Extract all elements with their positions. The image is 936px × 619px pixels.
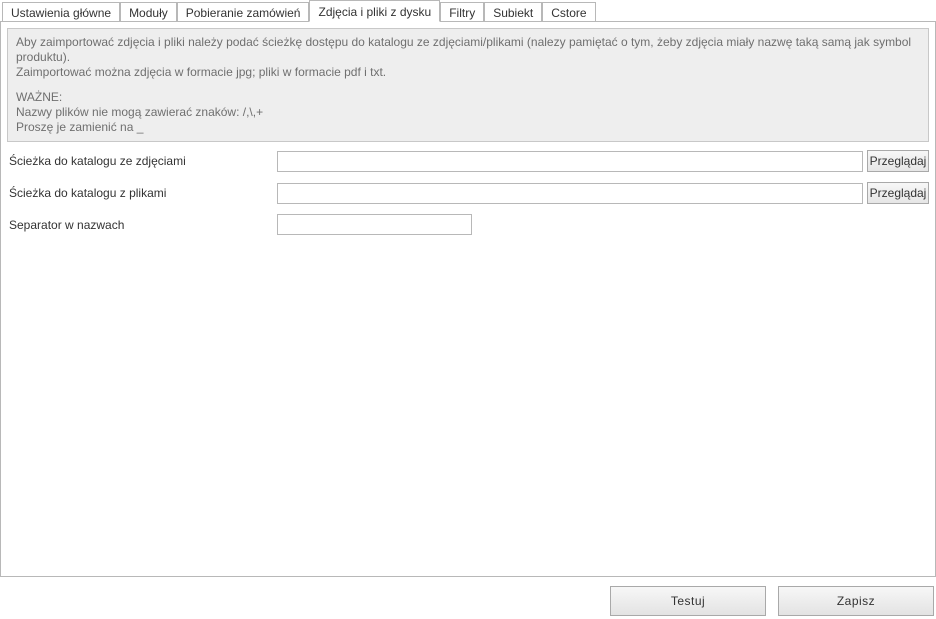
info-box: Aby zaimportować zdjęcia i pliki należy … <box>7 28 929 142</box>
label-separator: Separator w nazwach <box>7 218 277 232</box>
input-image-path[interactable] <box>277 151 863 172</box>
footer-button-bar: Testuj Zapisz <box>0 577 936 619</box>
tab-subiekt[interactable]: Subiekt <box>484 2 542 22</box>
tab-panel: Aby zaimportować zdjęcia i pliki należy … <box>0 21 936 577</box>
info-line: Aby zaimportować zdjęcia i pliki należy … <box>16 35 920 65</box>
row-image-path: Ścieżka do katalogu ze zdjęciami Przeglą… <box>7 150 929 172</box>
row-file-path: Ścieżka do katalogu z plikami Przeglądaj <box>7 182 929 204</box>
label-file-path: Ścieżka do katalogu z plikami <box>7 186 277 200</box>
test-button[interactable]: Testuj <box>610 586 766 616</box>
save-button[interactable]: Zapisz <box>778 586 934 616</box>
tab-filtry[interactable]: Filtry <box>440 2 484 22</box>
info-line: Zaimportować można zdjęcia w formacie jp… <box>16 65 920 80</box>
tab-moduly[interactable]: Moduły <box>120 2 177 22</box>
info-line: WAŻNE: <box>16 90 920 105</box>
tab-pobieranie-zamowien[interactable]: Pobieranie zamówień <box>177 2 310 22</box>
form-area: Ścieżka do katalogu ze zdjęciami Przeglą… <box>7 142 929 245</box>
tab-ustawienia-glowne[interactable]: Ustawienia główne <box>2 2 120 22</box>
tab-zdjecia-i-pliki-z-dysku[interactable]: Zdjęcia i pliki z dysku <box>309 0 440 22</box>
label-image-path: Ścieżka do katalogu ze zdjęciami <box>7 154 277 168</box>
info-line: Nazwy plików nie mogą zawierać znaków: /… <box>16 105 920 120</box>
info-line: Proszę je zamienić na _ <box>16 120 920 135</box>
row-separator: Separator w nazwach <box>7 214 929 235</box>
tab-cstore[interactable]: Cstore <box>542 2 595 22</box>
browse-image-path-button[interactable]: Przeglądaj <box>867 150 929 172</box>
input-separator[interactable] <box>277 214 472 235</box>
tab-bar: Ustawienia główne Moduły Pobieranie zamó… <box>0 0 936 22</box>
browse-file-path-button[interactable]: Przeglądaj <box>867 182 929 204</box>
input-file-path[interactable] <box>277 183 863 204</box>
